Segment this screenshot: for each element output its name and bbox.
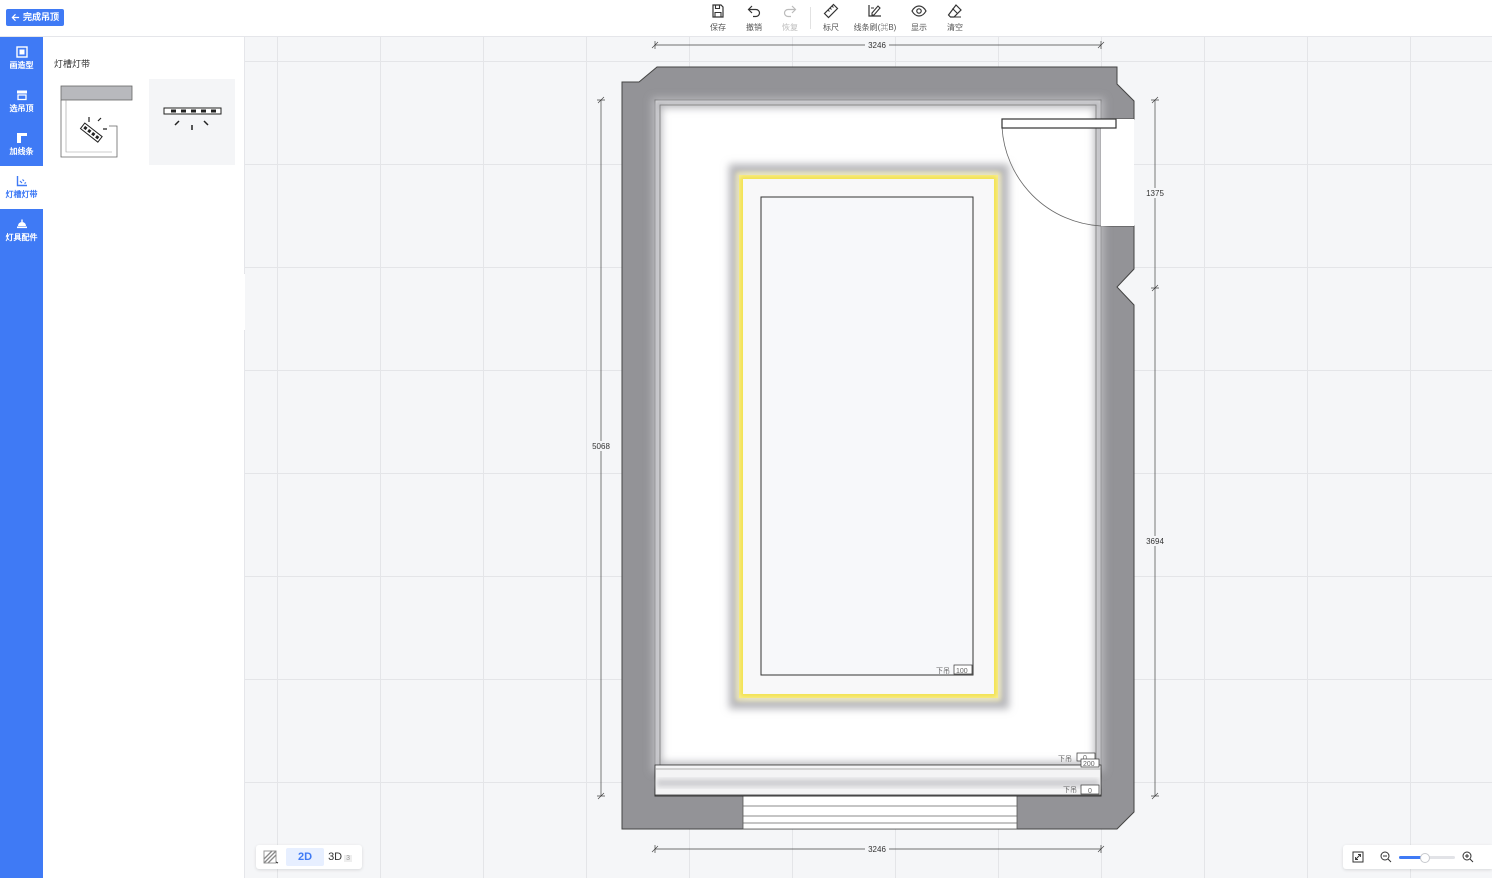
dim-bottom-width: 3246 bbox=[868, 845, 886, 854]
lamp-fittings-icon bbox=[16, 219, 27, 229]
undo-button[interactable]: 撤销 bbox=[736, 2, 772, 33]
zoom-slider[interactable] bbox=[1399, 852, 1455, 863]
eye-icon bbox=[911, 5, 927, 17]
draw-shape-icon bbox=[15, 46, 28, 58]
dim-top-width: 3246 bbox=[868, 41, 886, 50]
redo-icon bbox=[783, 5, 797, 18]
dim-right-lower: 3694 bbox=[1146, 537, 1164, 546]
dim-left-height: 5068 bbox=[592, 442, 610, 451]
tool-group: 保存 撤销 恢复 标尺 线条刷(⌘B) 显示 清空 bbox=[700, 2, 973, 34]
redo-button[interactable]: 恢复 bbox=[772, 2, 808, 33]
redo-label: 恢复 bbox=[782, 23, 798, 32]
view-2d-button[interactable]: 2D bbox=[286, 848, 325, 866]
texture-icon bbox=[263, 850, 279, 864]
light-trough-option-1[interactable] bbox=[60, 79, 146, 165]
drop-tag-value: 0 bbox=[1088, 788, 1092, 795]
view-switch: 2D 3D 3 bbox=[256, 845, 363, 869]
view-3d-button[interactable]: 3D 3 bbox=[328, 851, 358, 863]
dim-right-upper: 1375 bbox=[1146, 189, 1164, 198]
drop-tag-label: 下吊 bbox=[936, 667, 950, 675]
line-brush-icon bbox=[868, 5, 881, 17]
floor-plan: 下吊 100 下吊 0 200 下吊 0 3246 3246 5068 1375… bbox=[590, 40, 1166, 854]
light-trough-icon bbox=[16, 176, 27, 187]
fit-screen-icon[interactable] bbox=[1352, 851, 1364, 863]
display-button[interactable]: 显示 bbox=[901, 2, 937, 33]
texture-toggle[interactable] bbox=[260, 848, 282, 866]
drop-tag-label: 下吊 bbox=[1058, 755, 1072, 763]
ruler-label: 标尺 bbox=[823, 23, 839, 32]
bottom-window bbox=[742, 795, 1018, 830]
rail-item-draw-shape[interactable]: 画造型 bbox=[0, 37, 43, 80]
rail-label-light-trough: 灯槽灯带 bbox=[5, 190, 38, 199]
left-rail: 画造型 选吊顶 加线条 灯槽灯带 灯具配件 bbox=[0, 37, 43, 878]
clear-button[interactable]: 清空 bbox=[937, 2, 973, 33]
option-panel: 灯槽灯带 bbox=[43, 37, 245, 878]
door-panel bbox=[1001, 118, 1117, 129]
light-trough-option-2[interactable] bbox=[149, 79, 235, 165]
finish-ceiling-button[interactable]: 完成吊顶 bbox=[6, 9, 65, 26]
cove-light-section-icon bbox=[60, 79, 146, 165]
undo-icon bbox=[747, 5, 761, 18]
ruler-button[interactable]: 标尺 bbox=[813, 2, 849, 33]
rail-label-draw-shape: 画造型 bbox=[9, 61, 34, 70]
save-button[interactable]: 保存 bbox=[700, 2, 736, 33]
rail-label-add-line: 加线条 bbox=[9, 147, 34, 156]
zoom-slider-knob[interactable] bbox=[1420, 852, 1431, 863]
inner-ceiling-panel bbox=[760, 196, 974, 676]
zoom-out-icon[interactable] bbox=[1380, 851, 1392, 863]
zoom-controls bbox=[1343, 845, 1492, 869]
finish-ceiling-label: 完成吊顶 bbox=[23, 12, 60, 22]
door-opening bbox=[1101, 119, 1134, 226]
view-3d-label: 3D bbox=[328, 851, 343, 863]
arrow-left-icon bbox=[11, 13, 20, 22]
drop-tag-value: 100 bbox=[956, 668, 968, 675]
rail-item-add-line[interactable]: 加线条 bbox=[0, 123, 43, 166]
rail-label-lamp-fittings: 灯具配件 bbox=[5, 233, 38, 242]
top-toolbar: 完成吊顶 保存 撤销 恢复 标尺 线条刷(⌘B) 显示 清空 bbox=[0, 0, 1492, 37]
line-brush-button[interactable]: 线条刷(⌘B) bbox=[849, 2, 901, 33]
drop-tag-label: 下吊 bbox=[1063, 786, 1077, 794]
select-ceiling-icon bbox=[16, 90, 27, 101]
panel-title: 灯槽灯带 bbox=[54, 59, 91, 69]
line-brush-label: 线条刷(⌘B) bbox=[853, 23, 897, 32]
design-canvas[interactable]: 下吊 100 下吊 0 200 下吊 0 3246 3246 5068 1375… bbox=[245, 37, 1492, 878]
rail-item-lamp-fittings[interactable]: 灯具配件 bbox=[0, 209, 43, 252]
strip-light-icon bbox=[163, 107, 222, 130]
view-3d-badge: 3 bbox=[344, 855, 353, 862]
rail-item-light-trough[interactable]: 灯槽灯带 bbox=[0, 166, 43, 209]
rail-item-select-ceiling[interactable]: 选吊顶 bbox=[0, 80, 43, 123]
add-line-icon bbox=[16, 133, 27, 143]
zoom-in-icon[interactable] bbox=[1462, 851, 1474, 863]
save-label: 保存 bbox=[710, 23, 726, 32]
clear-label: 清空 bbox=[947, 23, 963, 32]
eraser-icon bbox=[947, 4, 962, 18]
rail-label-select-ceiling: 选吊顶 bbox=[9, 104, 34, 113]
drop-tag-value: 200 bbox=[1083, 761, 1095, 768]
undo-label: 撤销 bbox=[746, 23, 762, 32]
toolbar-divider bbox=[810, 7, 811, 29]
display-label: 显示 bbox=[911, 23, 927, 32]
save-icon bbox=[712, 4, 724, 18]
ruler-icon bbox=[823, 3, 839, 19]
